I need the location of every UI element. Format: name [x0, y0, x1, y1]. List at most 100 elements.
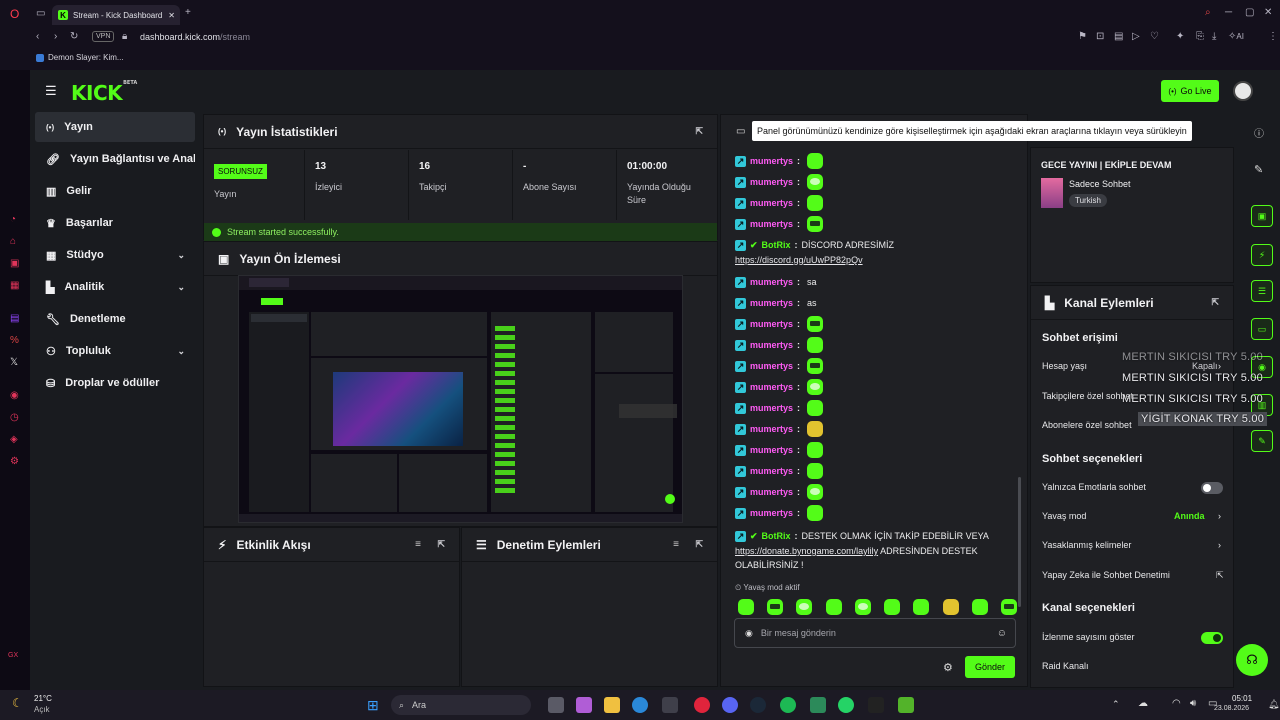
emote-icon[interactable] [971, 599, 988, 615]
kick-logo[interactable]: KICKBETA [71, 80, 137, 105]
kick-app-icon[interactable] [810, 697, 826, 713]
tray-chevron-icon[interactable]: ⌃ [1112, 699, 1120, 710]
donate-link[interactable]: https://donate.bynogame.com/laylily [735, 546, 878, 556]
spotify-icon[interactable] [780, 697, 796, 713]
url-field[interactable]: dashboard.kick.com/stream [140, 32, 250, 42]
popout-icon[interactable]: ⇱ [1211, 297, 1219, 308]
ai-icon[interactable]: ✧AI [1228, 32, 1244, 42]
wallet-icon[interactable]: ▤ [1114, 32, 1123, 42]
notification-bell-icon[interactable]: 🔔︎ [1268, 699, 1279, 710]
search-tabs-icon[interactable]: ⌕ [1205, 8, 1211, 18]
vpn-badge[interactable]: VPN [92, 31, 115, 42]
emote-icon[interactable] [767, 599, 784, 615]
clock-time[interactable]: 05:01 [1232, 694, 1252, 703]
raid-row[interactable]: Raid Kanalı [1042, 661, 1225, 671]
popout-icon[interactable]: ⇱ [695, 126, 703, 137]
opera-logo-icon[interactable]: O [10, 8, 19, 20]
steam-icon[interactable] [750, 697, 766, 713]
sidebar-percent-icon[interactable]: % [10, 335, 19, 346]
emote-icon[interactable] [825, 599, 842, 615]
whatsapp-icon[interactable] [838, 697, 854, 713]
go-live-button[interactable]: (•) Go Live [1161, 80, 1219, 102]
gear-icon[interactable]: ⚙ [943, 661, 953, 674]
discord-link[interactable]: https://discord.gg/uUwPP82pQv [735, 255, 863, 265]
show-viewers-toggle[interactable] [1201, 632, 1223, 644]
language-tag[interactable]: Turkish [1069, 194, 1107, 207]
rail-wrench-icon[interactable]: ✎ [1251, 430, 1273, 452]
emote-icon[interactable] [854, 599, 871, 615]
rail-chat-icon[interactable]: ▭ [1251, 318, 1273, 340]
weather-temp[interactable]: 21°C [34, 694, 52, 703]
new-tab-icon[interactable]: + [185, 8, 191, 18]
opera-gx-icon[interactable] [694, 697, 710, 713]
reload-icon[interactable]: ↻ [70, 32, 78, 42]
sidebar-shop-icon[interactable]: ⌂ [10, 236, 16, 247]
emote-icon[interactable] [796, 599, 813, 615]
emote-icon[interactable] [1000, 599, 1017, 615]
weather-text[interactable]: Açık [34, 705, 50, 714]
player-icon[interactable]: ▷ [1132, 32, 1140, 42]
avatar[interactable] [1233, 81, 1253, 101]
capcut-icon[interactable] [868, 697, 884, 713]
tab-stream[interactable]: K Stream - Kick Dashboard ✕ [52, 5, 180, 25]
popout-icon[interactable]: ⇱ [695, 539, 703, 550]
emote-only-toggle[interactable] [1201, 482, 1223, 494]
download-icon[interactable]: ⤓ [1212, 32, 1216, 42]
send-button[interactable]: Gönder [965, 656, 1015, 678]
sidebar-item-revenue[interactable]: ▥ Gelir [35, 176, 195, 206]
emote-icon[interactable] [913, 599, 930, 615]
banned-words-row[interactable]: Yasaklanmış kelimeler › [1042, 540, 1225, 550]
back-icon[interactable]: ‹ [36, 32, 39, 42]
stream-preview-video[interactable] [238, 275, 683, 523]
puzzle-icon[interactable]: ✦ [1176, 32, 1184, 42]
hamburger-menu-icon[interactable]: ☰ [45, 83, 57, 99]
sidebar-item-drops[interactable]: ⛁ Droplar ve ödüller [35, 368, 195, 398]
file-explorer-icon[interactable] [604, 697, 620, 713]
weather-icon[interactable]: ☾ [12, 696, 23, 710]
ai-moderation-row[interactable]: Yapay Zeka ile Sohbet Denetimi ⇱ [1042, 570, 1225, 580]
bookmark-demon-slayer[interactable]: Demon Slayer: Kim... [48, 53, 124, 62]
edge-icon[interactable] [632, 697, 648, 713]
sidebar-item-moderation[interactable]: 🔧︎ Denetleme [35, 304, 195, 334]
emote-icon[interactable] [942, 599, 959, 615]
rail-lightning-icon[interactable]: ⚡︎ [1251, 244, 1273, 266]
rail-preview-icon[interactable]: ▣ [1251, 205, 1273, 227]
support-headset-icon[interactable]: ☊ [1236, 644, 1268, 676]
heart-icon[interactable]: ♡ [1150, 32, 1159, 42]
copilot-icon[interactable] [576, 697, 592, 713]
taskbar-search[interactable]: ⌕ Ara [391, 695, 531, 715]
volume-icon[interactable]: 🔊︎ [1190, 698, 1196, 709]
tray-app-icon[interactable]: ☁ [1138, 698, 1148, 709]
sidebar-item-achievements[interactable]: ♛ Başarılar [35, 208, 195, 238]
clock-date[interactable]: 23.08.2026 [1214, 705, 1249, 712]
rail-list-icon[interactable]: ☰ [1251, 280, 1273, 302]
filter-icon[interactable]: ≡ [673, 539, 679, 550]
sidebar-x-icon[interactable]: 𝕏 [10, 357, 18, 368]
discord-icon[interactable] [722, 697, 738, 713]
maximize-icon[interactable]: ▢ [1245, 8, 1254, 18]
slow-mode-row[interactable]: Yavaş mod Anında › [1042, 511, 1225, 521]
sidebar-item-stream-key[interactable]: 🔗︎ Yayın Bağlantısı ve Anahtar [35, 144, 195, 174]
chat-scrollbar[interactable] [1018, 477, 1021, 607]
snapshot-icon[interactable]: ⊡ [1096, 32, 1104, 42]
edit-icon[interactable]: ✎ [1254, 163, 1263, 176]
windows-start-icon[interactable]: ⊞ [367, 697, 379, 714]
share-icon[interactable]: ⎘ [1196, 32, 1204, 42]
sidebar-pin-icon[interactable]: ◈ [10, 434, 18, 445]
sidebar-chat-icon[interactable]: ▣ [10, 258, 19, 269]
emoji-icon[interactable]: ☺ [997, 628, 1007, 639]
chat-input[interactable]: ◉ Bir mesaj gönderin ☺ [734, 618, 1016, 648]
info-icon[interactable]: ⓘ [1254, 125, 1264, 140]
close-tab-icon[interactable]: ✕ [168, 11, 175, 20]
popout-icon[interactable]: ⇱ [437, 539, 445, 550]
wifi-icon[interactable]: ◠ [1172, 698, 1181, 709]
sidebar-gx-icon[interactable]: ▦ [10, 280, 19, 291]
stream-category[interactable]: Sadece Sohbet [1069, 179, 1131, 189]
sidebar-item-studio[interactable]: ▦ Stüdyo ⌄ [35, 240, 195, 270]
emote-icon[interactable] [738, 599, 754, 615]
close-window-icon[interactable]: ✕ [1264, 8, 1272, 18]
sidebar-aria-icon[interactable]: ◔ [10, 214, 16, 225]
minimize-icon[interactable]: ─ [1225, 8, 1232, 18]
sidebar-player-icon[interactable]: ◉ [10, 390, 19, 401]
emote-icon[interactable] [884, 599, 901, 615]
